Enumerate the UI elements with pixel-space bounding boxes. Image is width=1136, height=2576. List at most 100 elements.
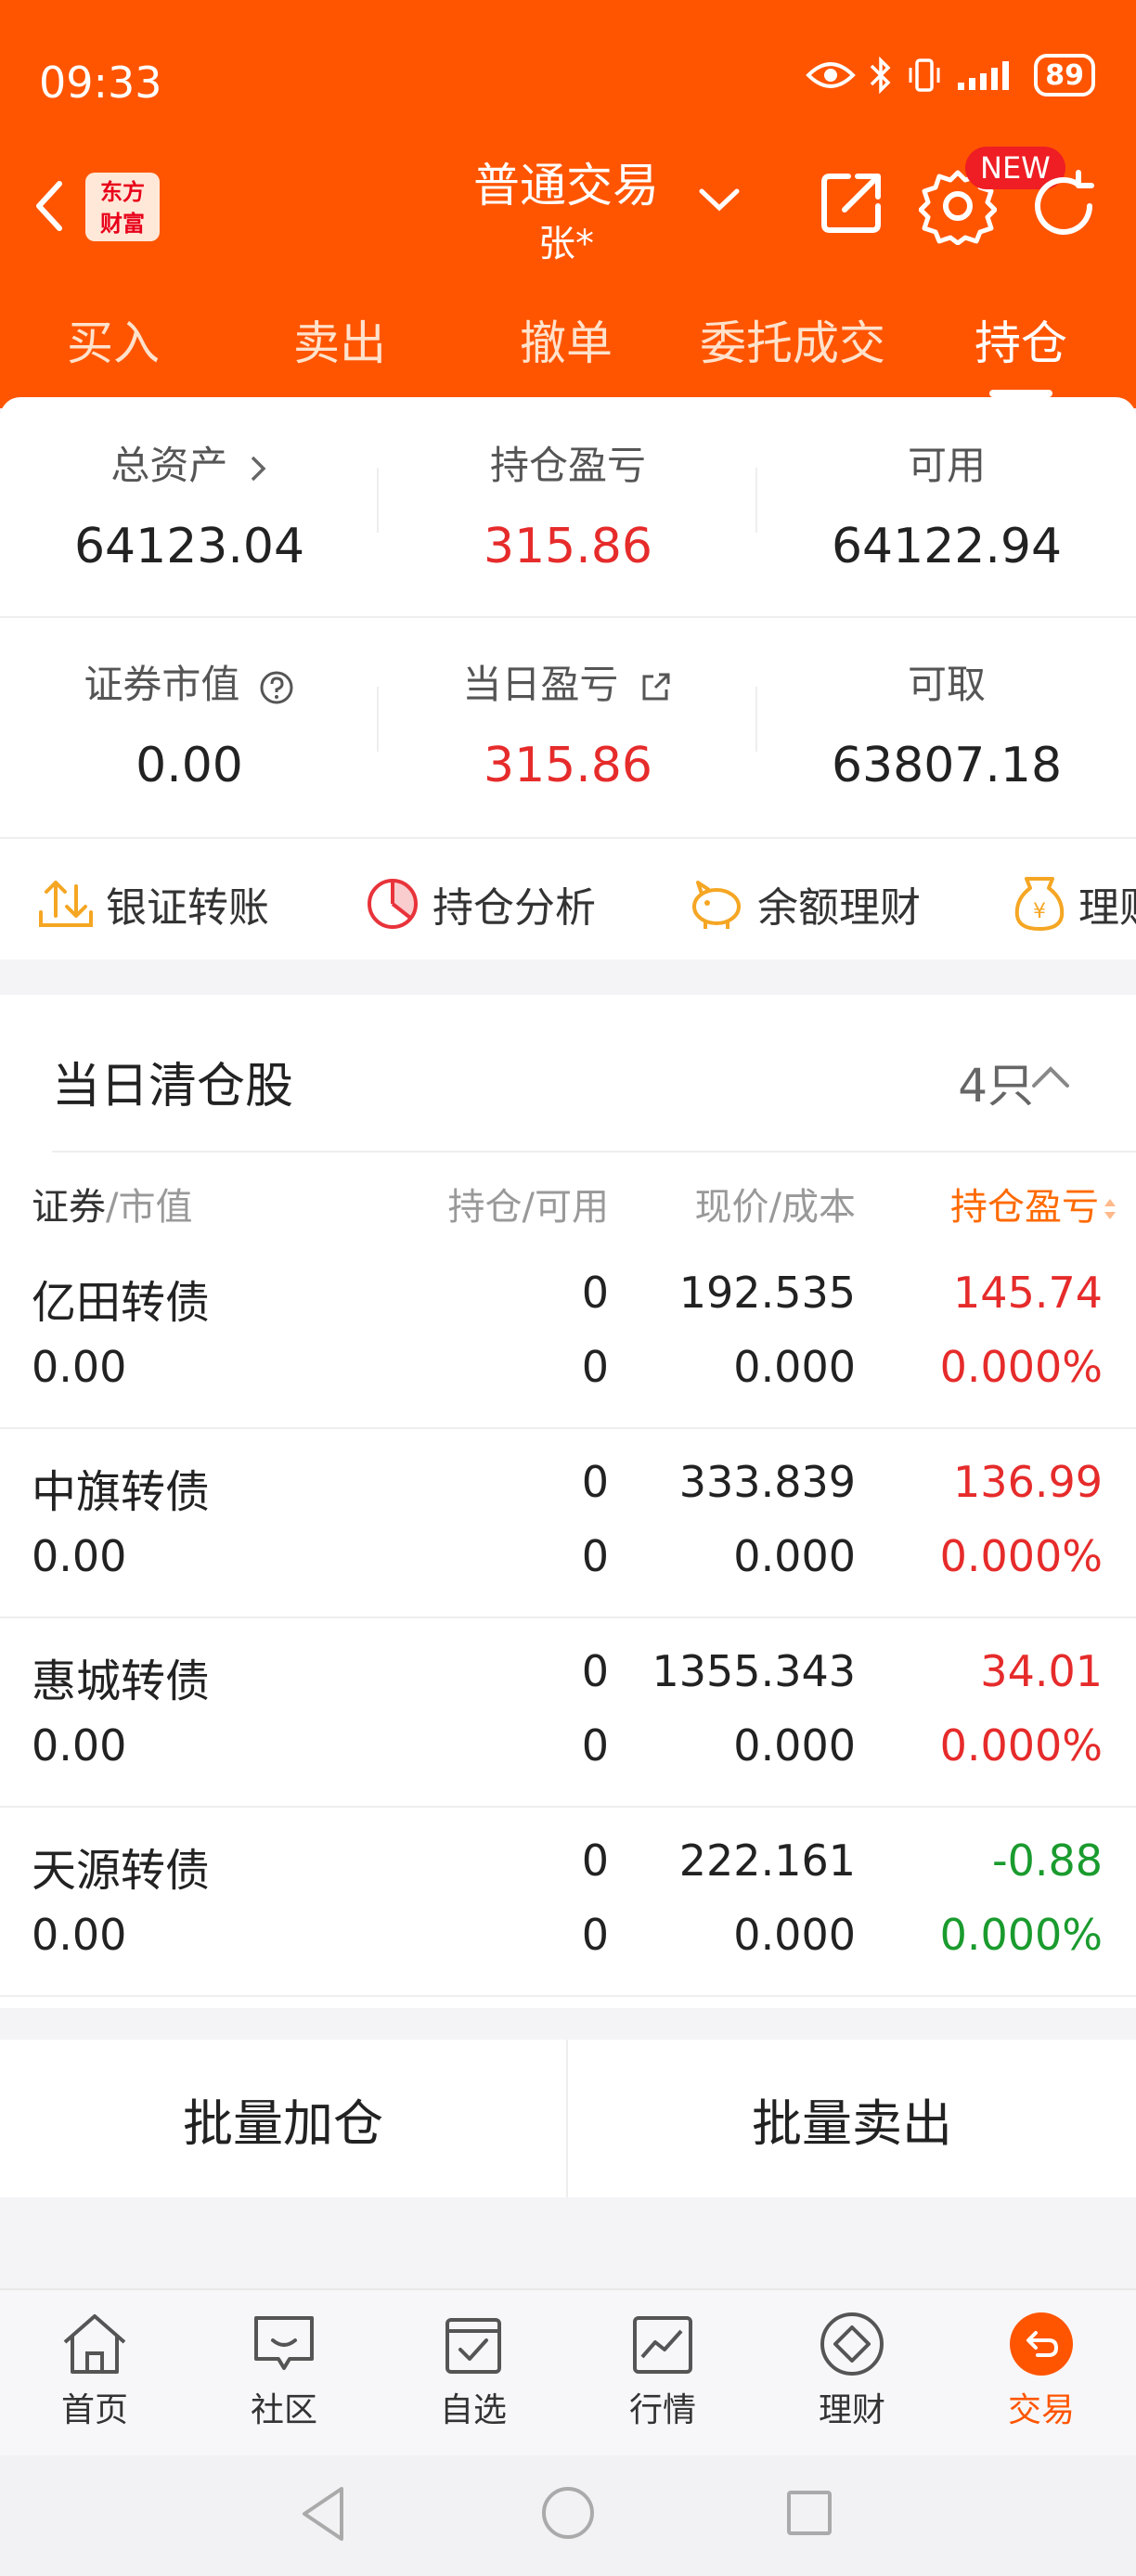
- back-button[interactable]: [20, 169, 76, 243]
- account-summary: 总资产 64123.04 持仓盈亏 315.86 可用 64122.94 证券市…: [0, 397, 1136, 837]
- withdrawable-value: 63807.18: [831, 738, 1063, 793]
- active-tab-indicator: [989, 390, 1052, 397]
- position-qty: 0: [581, 1646, 609, 1696]
- refresh-icon[interactable]: [1025, 167, 1103, 245]
- line-chart-icon: [633, 2316, 692, 2374]
- trade-icon: [1010, 2312, 1073, 2376]
- security-market-value: 0.00: [32, 1910, 127, 1960]
- bottom-nav: 首页 社区 自选 行情 理财 交易: [0, 2288, 1136, 2455]
- col-price: 现价/成本: [694, 1186, 856, 1229]
- available-qty: 0: [581, 1910, 609, 1960]
- recents-square-icon[interactable]: [781, 2483, 837, 2543]
- nav-market[interactable]: 行情: [568, 2290, 757, 2455]
- table-row[interactable]: 天源转债 0.00 0 0 222.161 0.000 -0.88 0.000%: [0, 1808, 1136, 1997]
- status-bar: 09:33 89: [0, 0, 1136, 167]
- home-circle-icon[interactable]: [538, 2483, 598, 2543]
- tab-cancel[interactable]: 撤单: [453, 306, 679, 390]
- tab-buy[interactable]: 买入: [0, 306, 226, 390]
- summary-row-1: 总资产 64123.04 持仓盈亏 315.86 可用 64122.94: [0, 434, 1136, 574]
- back-triangle-icon[interactable]: [295, 2483, 351, 2544]
- nav-watchlist[interactable]: 自选: [379, 2290, 568, 2455]
- cost-price: 0.000: [733, 1720, 856, 1771]
- chevron-up-icon[interactable]: [1030, 1063, 1071, 1089]
- action-finance[interactable]: ¥ 理财: [1012, 874, 1136, 934]
- current-price: 333.839: [678, 1457, 856, 1507]
- diamond-icon: [820, 2312, 884, 2376]
- batch-sell-button[interactable]: 批量卖出: [568, 2040, 1136, 2197]
- table-row[interactable]: 惠城转债 0.00 0 0 1355.343 0.000 34.01 0.000%: [0, 1618, 1136, 1808]
- security-name: 中旗转债: [32, 1466, 211, 1518]
- position-pl-amount: 136.99: [953, 1457, 1103, 1507]
- page-title[interactable]: 普通交易: [427, 148, 705, 215]
- money-bag-icon: ¥: [1014, 877, 1065, 931]
- batch-actions: 批量加仓 批量卖出: [0, 2040, 1136, 2197]
- action-bank-transfer[interactable]: 银证转账: [37, 874, 269, 934]
- security-market-value: 0.00: [32, 1531, 127, 1581]
- nav-community[interactable]: 社区: [189, 2290, 379, 2455]
- account-name: 张*: [538, 223, 594, 265]
- nav-trade[interactable]: 交易: [947, 2290, 1136, 2455]
- total-assets-value: 64123.04: [73, 519, 305, 574]
- signal-icon: [958, 61, 1010, 90]
- security-name: 天源转债: [32, 1845, 211, 1897]
- status-time: 09:33: [39, 58, 162, 108]
- current-price: 222.161: [678, 1835, 856, 1886]
- tab-orders[interactable]: 委托成交: [679, 306, 906, 390]
- chat-icon: [254, 2316, 314, 2370]
- table-row[interactable]: 亿田转债 0.00 0 0 192.535 0.000 145.74 0.000%: [0, 1240, 1136, 1429]
- daily-pl[interactable]: 当日盈亏 315.86: [379, 653, 757, 793]
- help-icon[interactable]: [258, 669, 295, 706]
- position-qty: 0: [581, 1835, 609, 1886]
- nav-finance[interactable]: 理财: [757, 2290, 947, 2455]
- current-price: 1355.343: [652, 1646, 857, 1696]
- cost-price: 0.000: [733, 1910, 856, 1960]
- available-value: 64122.94: [831, 519, 1063, 574]
- table-row[interactable]: 中旗转债 0.00 0 0 333.839 0.000 136.99 0.000%: [0, 1429, 1136, 1618]
- share-icon[interactable]: [817, 167, 887, 238]
- chevron-down-icon[interactable]: [698, 186, 741, 213]
- cost-price: 0.000: [733, 1342, 856, 1392]
- security-market-value: 0.00: [32, 1720, 127, 1771]
- piggy-bank-icon: [692, 881, 741, 929]
- col-pl[interactable]: 持仓盈亏: [950, 1177, 1117, 1230]
- position-pl-amount: 145.74: [953, 1268, 1103, 1318]
- app-logo: 东方 财富: [85, 173, 160, 241]
- quick-actions: 银证转账 持仓分析 余额理财 ¥ 理财: [0, 837, 1136, 960]
- action-balance-finance[interactable]: 余额理财: [687, 874, 921, 934]
- action-position-analysis[interactable]: 持仓分析: [364, 874, 596, 934]
- position-qty: 0: [581, 1457, 609, 1507]
- chevron-right-icon: [251, 456, 266, 481]
- tab-sell[interactable]: 卖出: [226, 306, 453, 390]
- checkbox-icon: [445, 2318, 501, 2374]
- security-market-value: 0.00: [32, 1342, 127, 1392]
- total-assets[interactable]: 总资产 64123.04: [0, 434, 379, 574]
- svg-text:¥: ¥: [1033, 900, 1046, 923]
- nav-home[interactable]: 首页: [0, 2290, 189, 2455]
- col-position: 持仓/可用: [447, 1186, 609, 1229]
- daily-pl-value: 315.86: [484, 738, 652, 793]
- vibrate-icon: [909, 58, 940, 92]
- home-icon: [63, 2314, 126, 2374]
- panel-title: 当日清仓股: [52, 1059, 294, 1114]
- position-pl-percent: 0.000%: [939, 1342, 1103, 1392]
- security-name: 惠城转债: [32, 1655, 211, 1707]
- position-pl-value: 315.86: [484, 519, 652, 574]
- position-pl-percent: 0.000%: [939, 1910, 1103, 1960]
- position-pl-percent: 0.000%: [939, 1720, 1103, 1771]
- withdrawable: 可取 63807.18: [757, 653, 1136, 793]
- current-price: 192.535: [678, 1268, 856, 1318]
- position-pl-percent: 0.000%: [939, 1531, 1103, 1581]
- batch-add-button[interactable]: 批量加仓: [0, 2040, 568, 2197]
- available-qty: 0: [581, 1342, 609, 1392]
- position-pl-amount: 34.01: [980, 1646, 1103, 1696]
- available-qty: 0: [581, 1531, 609, 1581]
- battery-indicator: 89: [1034, 54, 1095, 97]
- cleared-positions-panel: 当日清仓股 4只 证券/市值 持仓/可用 现价/成本 持仓盈亏 亿田转债 0.00…: [0, 995, 1136, 2008]
- chevron-left-icon: [36, 181, 62, 231]
- position-pl-amount: -0.88: [991, 1835, 1103, 1886]
- bluetooth-icon: [871, 57, 891, 94]
- tab-positions[interactable]: 持仓: [906, 306, 1136, 397]
- position-qty: 0: [581, 1268, 609, 1318]
- panel-count[interactable]: 4只: [958, 1049, 1034, 1115]
- status-icons: 89: [806, 54, 1095, 97]
